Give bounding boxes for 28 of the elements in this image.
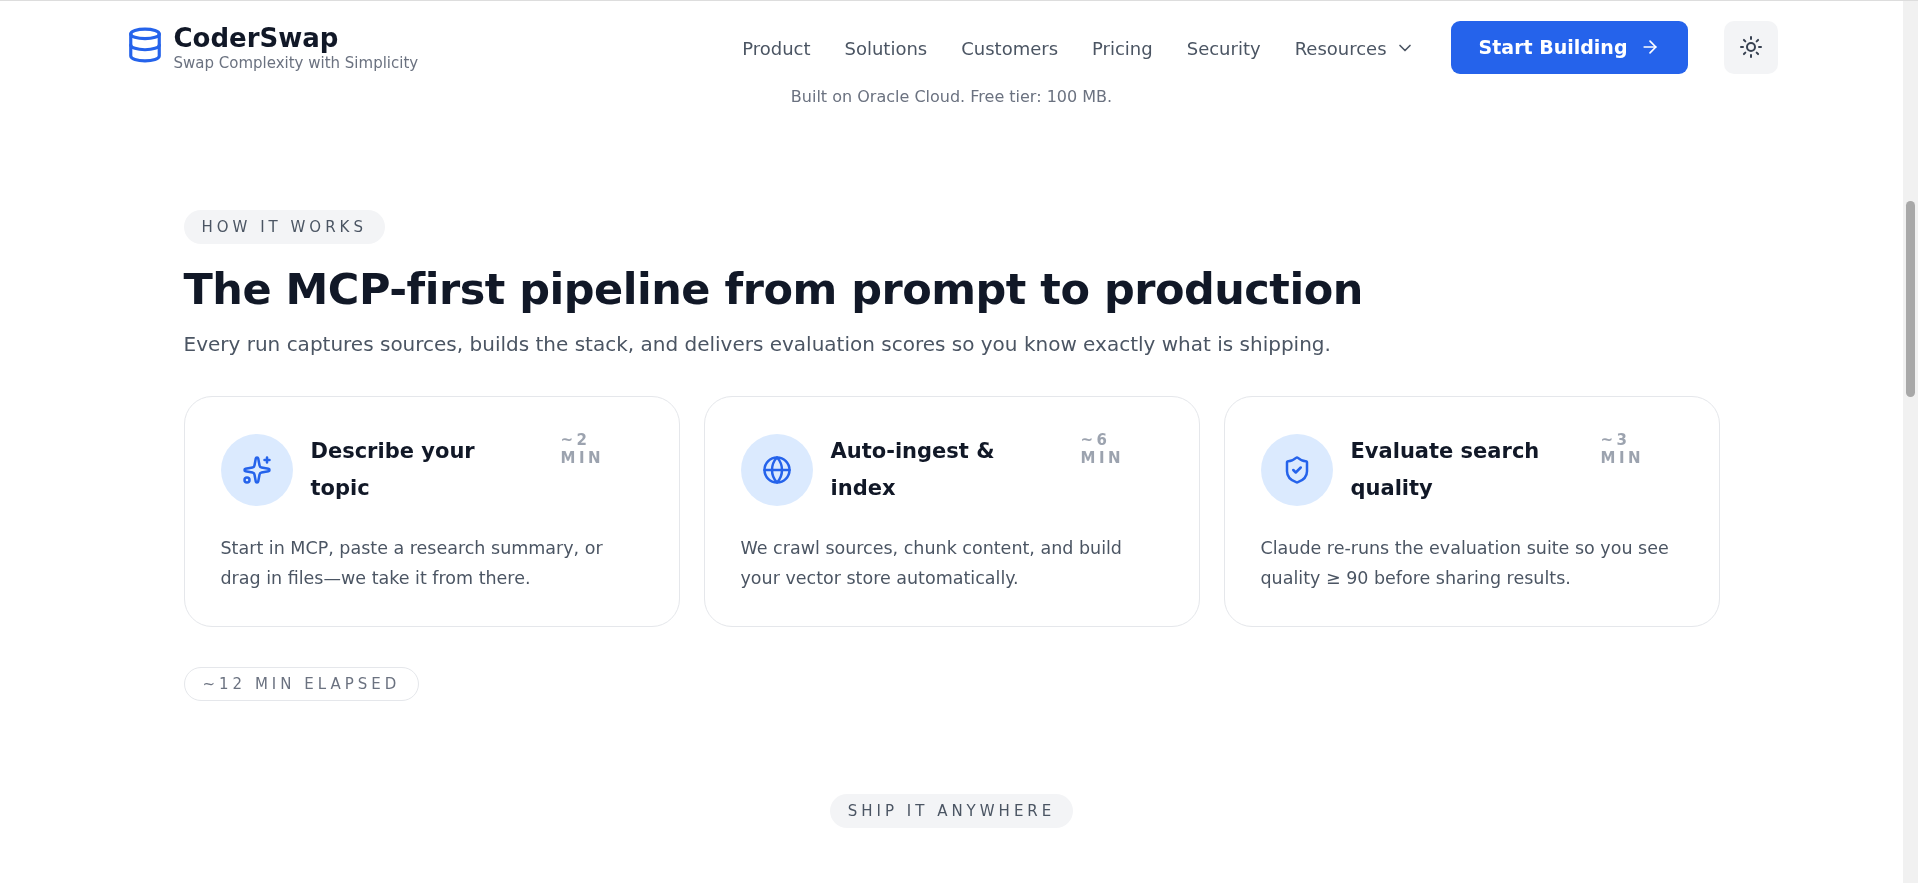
section-title: The MCP-first pipeline from prompt to production [183,264,1363,314]
nav-link[interactable]: Solutions [844,37,928,59]
step-duration: ~3 MIN [1600,431,1646,467]
sparkles-icon [241,455,272,485]
brand-name: CoderSwap [173,22,340,54]
step-duration: ~6 MIN [1080,431,1126,467]
nav-link[interactable]: Product [742,37,811,59]
theme-toggle-button[interactable] [1723,20,1778,74]
nav-link[interactable]: Security [1186,37,1261,59]
start-building-button[interactable]: Start Building [1450,20,1688,74]
step-description: We crawl sources, chunk content, and build your vector store automatically. [740,537,1123,590]
section-eyebrow: HOW IT WORKS [183,210,385,244]
step-title: Auto-ingest & index [830,438,996,502]
tagline: Swap Complexity with Simplicity [173,54,419,72]
sun-icon [1738,35,1763,59]
section-subtitle: Every run captures sources, builds the stack, and delivers evaluation scores so you know exactly what is shipping. [183,332,1331,356]
nav-dropdown[interactable]: Resources [1294,37,1415,59]
step-description: Start in MCP, paste a research summary, or drag in files—we take it from there. [220,537,604,590]
globe-icon [761,455,792,485]
section-eyebrow: SHIP IT ANYWHERE [829,794,1074,828]
step-title: Describe your topic [310,438,476,502]
step-description: Claude re-runs the evaluation suite so you see quality ≥ 90 before sharing results. [1260,537,1670,590]
hero-note: Built on Oracle Cloud. Free tier: 100 MB. [790,87,1113,106]
nav-link[interactable]: Pricing [1092,37,1153,59]
nav-link[interactable]: Customers [961,37,1059,59]
step-duration: ~2 MIN [560,431,606,467]
scrollbar[interactable] [1903,1,1918,883]
step-title: Evaluate search quality [1350,438,1541,502]
